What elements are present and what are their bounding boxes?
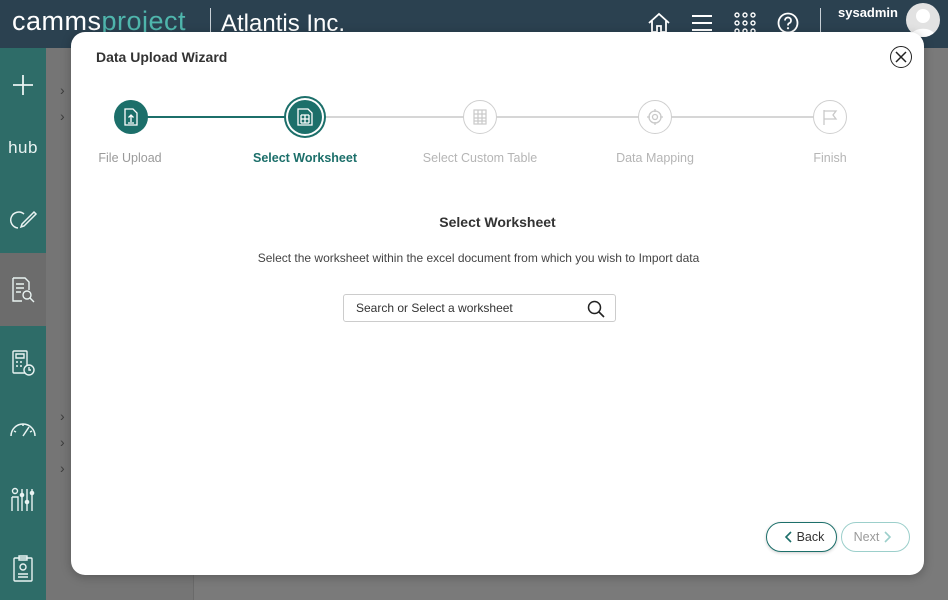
step-label-select-worksheet: Select Worksheet [253,151,357,165]
worksheet-icon [297,108,313,126]
hub-icon: hub [8,138,38,157]
section-title: Select Worksheet [439,214,556,230]
search-icon[interactable] [587,300,605,318]
sidebar-item-edit[interactable] [0,183,46,257]
instruction-text: Select the worksheet within the excel do… [257,251,700,265]
stepper-remaining-line [305,116,835,118]
edit-icon [10,210,38,229]
sidebar-item-report[interactable] [0,532,46,600]
back-button[interactable]: Back [766,522,837,552]
target-icon [647,109,663,125]
stepper-progress-line [131,116,305,118]
step-select-worksheet [288,100,322,134]
step-data-mapping [638,100,672,134]
next-label: Next [853,530,880,544]
sidebar-item-people[interactable] [0,462,46,536]
people-chart-icon [11,487,35,511]
left-sidebar: hub [0,48,46,600]
chevron-right-icon [884,531,892,543]
table-icon [473,109,487,125]
step-finish [813,100,847,134]
sidebar-item-gauge[interactable] [0,392,46,466]
calculator-clock-icon [12,350,35,376]
step-label-data-mapping: Data Mapping [616,151,694,165]
modal-title: Data Upload Wizard [96,49,228,65]
chevron-right-icon: › [60,82,65,98]
username[interactable]: sysadmin [838,5,898,20]
chevron-right-icon: › [60,108,65,124]
plus-icon [13,75,33,95]
step-label-finish: Finish [813,151,847,165]
step-label-select-custom-table: Select Custom Table [422,151,538,165]
file-upload-icon [124,108,138,126]
sidebar-item-calculator[interactable] [0,326,46,400]
sidebar-item-hub[interactable]: hub [0,111,46,185]
chevron-left-icon [784,531,792,543]
close-button[interactable] [890,46,912,68]
document-search-icon [12,277,35,303]
close-icon [895,51,907,63]
chevron-right-icon: › [60,408,65,424]
step-label-file-upload: File Upload [98,151,162,165]
next-button[interactable]: Next [841,522,910,552]
sidebar-item-document-search[interactable] [0,253,46,327]
worksheet-search-input[interactable] [356,301,576,315]
gauge-icon [10,423,36,437]
data-upload-wizard-modal: Data Upload Wizard File Upload Select Wo… [71,32,924,575]
chevron-right-icon: › [60,460,65,476]
chevron-right-icon: › [60,434,65,450]
step-file-upload [114,100,148,134]
step-select-custom-table [463,100,497,134]
worksheet-select[interactable] [343,294,616,322]
back-label: Back [796,530,825,544]
report-icon [13,555,33,582]
flag-icon [823,110,838,125]
